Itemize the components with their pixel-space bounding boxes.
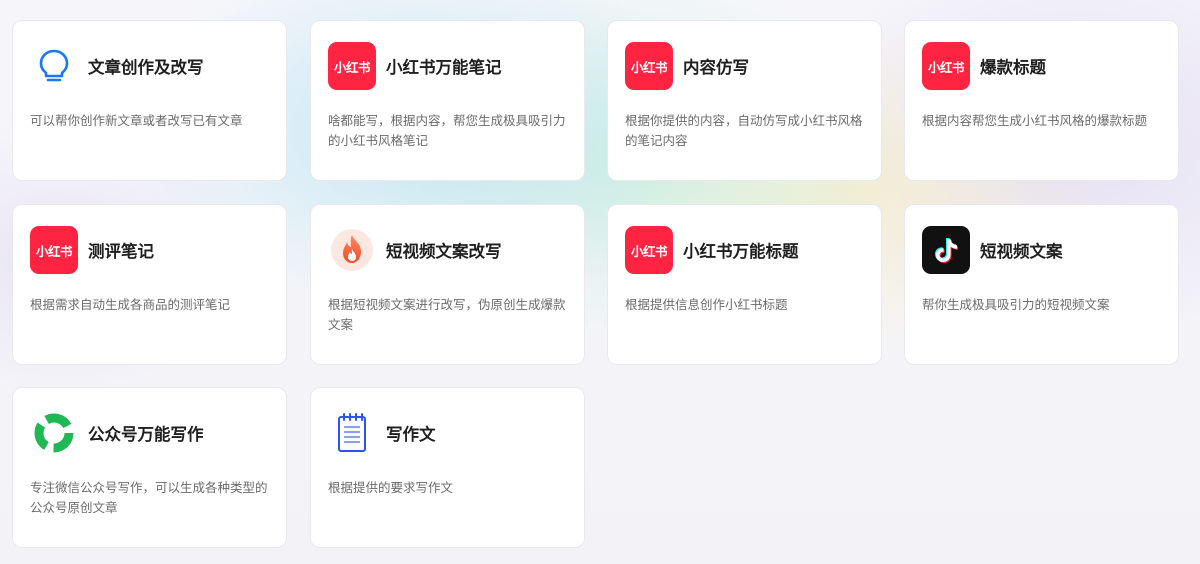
- card-article-writing[interactable]: 文章创作及改写 可以帮你创作新文章或者改写已有文章: [12, 20, 287, 181]
- card-xhs-universal-notes[interactable]: 小红书 小红书万能笔记 啥都能写，根据内容，帮您生成极具吸引力的小红书风格笔记: [310, 20, 585, 181]
- card-essay-writing[interactable]: 写作文 根据提供的要求写作文: [310, 387, 585, 548]
- lightbulb-icon: [30, 42, 78, 90]
- card-description: 帮你生成极具吸引力的短视频文案: [922, 297, 1110, 312]
- card-title: 测评笔记: [88, 242, 154, 261]
- card-description: 根据提供的要求写作文: [328, 480, 454, 495]
- notepad-icon: [328, 409, 376, 457]
- xiaohongshu-logo: 小红书: [922, 42, 970, 90]
- xiaohongshu-icon: 小红书: [30, 226, 78, 274]
- xiaohongshu-icon: 小红书: [625, 226, 673, 274]
- card-description: 根据提供信息创作小红书标题: [625, 297, 788, 312]
- card-description: 根据需求自动生成各商品的测评笔记: [30, 297, 231, 312]
- card-short-video-rewrite[interactable]: 短视频文案改写 根据短视频文案进行改写，伪原创生成爆款文案: [310, 204, 585, 365]
- xiaohongshu-icon: 小红书: [625, 42, 673, 90]
- tiktok-logo: [922, 226, 970, 274]
- card-title: 公众号万能写作: [88, 425, 204, 444]
- card-description: 根据你提供的内容，自动仿写成小红书风格的笔记内容: [625, 113, 863, 148]
- xiaohongshu-icon: 小红书: [328, 42, 376, 90]
- card-short-video-copy[interactable]: 短视频文案 帮你生成极具吸引力的短视频文案: [904, 204, 1179, 365]
- card-title: 内容仿写: [683, 58, 749, 77]
- wechat-official-icon: [30, 409, 78, 457]
- xiaohongshu-logo: 小红书: [328, 42, 376, 90]
- card-description: 专注微信公众号写作，可以生成各种类型的公众号原创文章: [30, 480, 268, 515]
- card-description: 可以帮你创作新文章或者改写已有文章: [30, 113, 243, 128]
- card-description: 啥都能写，根据内容，帮您生成极具吸引力的小红书风格笔记: [328, 113, 566, 148]
- card-title: 短视频文案: [980, 242, 1063, 261]
- card-xhs-universal-title[interactable]: 小红书 小红书万能标题 根据提供信息创作小红书标题: [607, 204, 882, 365]
- fire-icon: [328, 226, 376, 274]
- tiktok-icon: [922, 226, 970, 274]
- card-title: 小红书万能标题: [683, 242, 799, 261]
- card-title: 写作文: [386, 425, 436, 444]
- tool-card-grid: 文章创作及改写 可以帮你创作新文章或者改写已有文章 小红书 小红书万能笔记 啥都…: [0, 0, 1200, 564]
- xiaohongshu-icon: 小红书: [922, 42, 970, 90]
- card-review-notes[interactable]: 小红书 测评笔记 根据需求自动生成各商品的测评笔记: [12, 204, 287, 365]
- card-content-imitation[interactable]: 小红书 内容仿写 根据你提供的内容，自动仿写成小红书风格的笔记内容: [607, 20, 882, 181]
- card-viral-title[interactable]: 小红书 爆款标题 根据内容帮您生成小红书风格的爆款标题: [904, 20, 1179, 181]
- xiaohongshu-logo: 小红书: [625, 42, 673, 90]
- card-title: 短视频文案改写: [386, 242, 502, 261]
- card-description: 根据短视频文案进行改写，伪原创生成爆款文案: [328, 297, 566, 332]
- card-wechat-official-writing[interactable]: 公众号万能写作 专注微信公众号写作，可以生成各种类型的公众号原创文章: [12, 387, 287, 548]
- card-description: 根据内容帮您生成小红书风格的爆款标题: [922, 113, 1148, 128]
- xiaohongshu-logo: 小红书: [30, 226, 78, 274]
- card-title: 爆款标题: [980, 58, 1046, 77]
- xiaohongshu-logo: 小红书: [625, 226, 673, 274]
- card-title: 小红书万能笔记: [386, 58, 502, 77]
- card-title: 文章创作及改写: [88, 58, 204, 77]
